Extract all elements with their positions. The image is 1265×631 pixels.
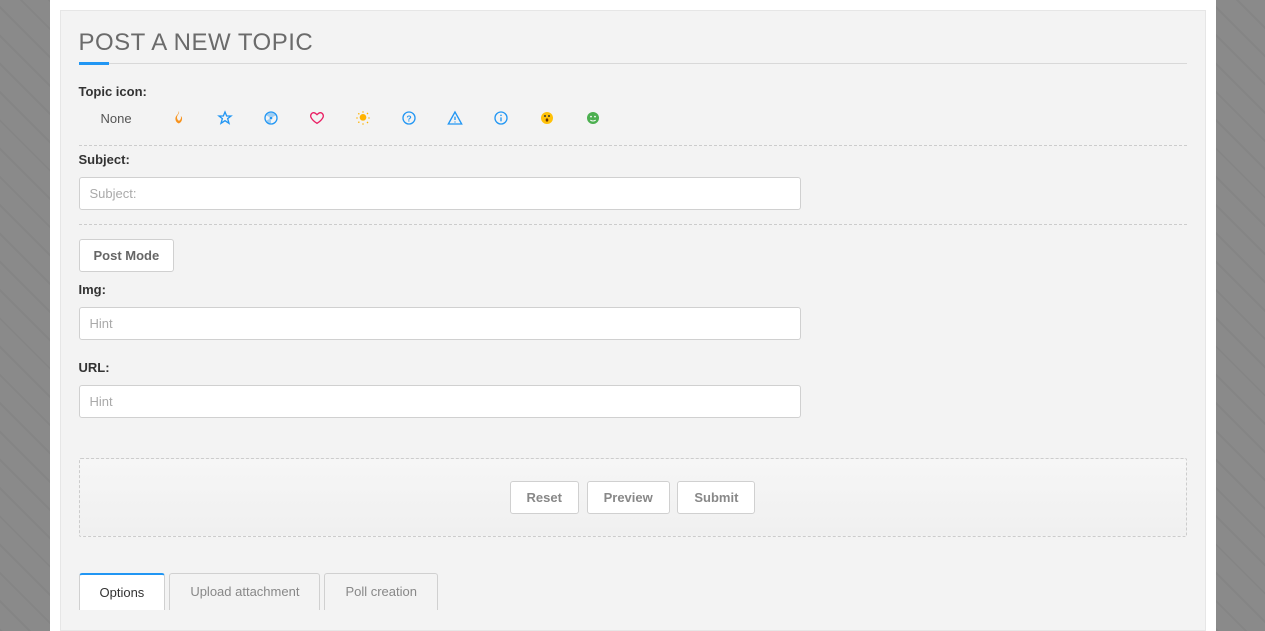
post-form-panel: Post a new topic Topic icon: None [60, 10, 1206, 631]
page-title: Post a new topic [79, 29, 1187, 64]
svg-text:?: ? [406, 113, 411, 123]
form-actions: Reset Preview Submit [79, 458, 1187, 537]
url-input[interactable] [79, 385, 801, 418]
topic-icon-row: None ? [79, 109, 1187, 131]
green-face-icon[interactable] [584, 109, 602, 127]
lightbulb-icon[interactable] [354, 109, 372, 127]
surprised-face-icon[interactable] [538, 109, 556, 127]
url-section: URL: [79, 354, 1187, 432]
fire-icon[interactable] [170, 109, 188, 127]
warning-icon[interactable] [446, 109, 464, 127]
tab-poll-creation[interactable]: Poll creation [324, 573, 438, 610]
radioactive-icon[interactable] [262, 109, 280, 127]
topic-icon-none[interactable]: None [101, 111, 142, 126]
star-icon[interactable] [216, 109, 234, 127]
img-section: Img: [79, 282, 1187, 354]
tab-options[interactable]: Options [79, 573, 166, 610]
heart-icon[interactable] [308, 109, 326, 127]
page-wrapper: Post a new topic Topic icon: None [50, 0, 1216, 631]
tabs-row: Options Upload attachment Poll creation [79, 573, 1187, 610]
topic-icon-label: Topic icon: [79, 84, 1187, 99]
subject-input[interactable] [79, 177, 801, 210]
url-label: URL: [79, 360, 1187, 375]
question-icon[interactable]: ? [400, 109, 418, 127]
submit-button[interactable]: Submit [677, 481, 755, 514]
reset-button[interactable]: Reset [510, 481, 579, 514]
subject-label: Subject: [79, 152, 1187, 167]
topic-icon-section: Topic icon: None ? [79, 78, 1187, 146]
preview-button[interactable]: Preview [587, 481, 670, 514]
info-icon[interactable] [492, 109, 510, 127]
img-label: Img: [79, 282, 1187, 297]
post-mode-button[interactable]: Post Mode [79, 239, 175, 272]
img-input[interactable] [79, 307, 801, 340]
subject-section: Subject: [79, 146, 1187, 225]
tab-upload-attachment[interactable]: Upload attachment [169, 573, 320, 610]
